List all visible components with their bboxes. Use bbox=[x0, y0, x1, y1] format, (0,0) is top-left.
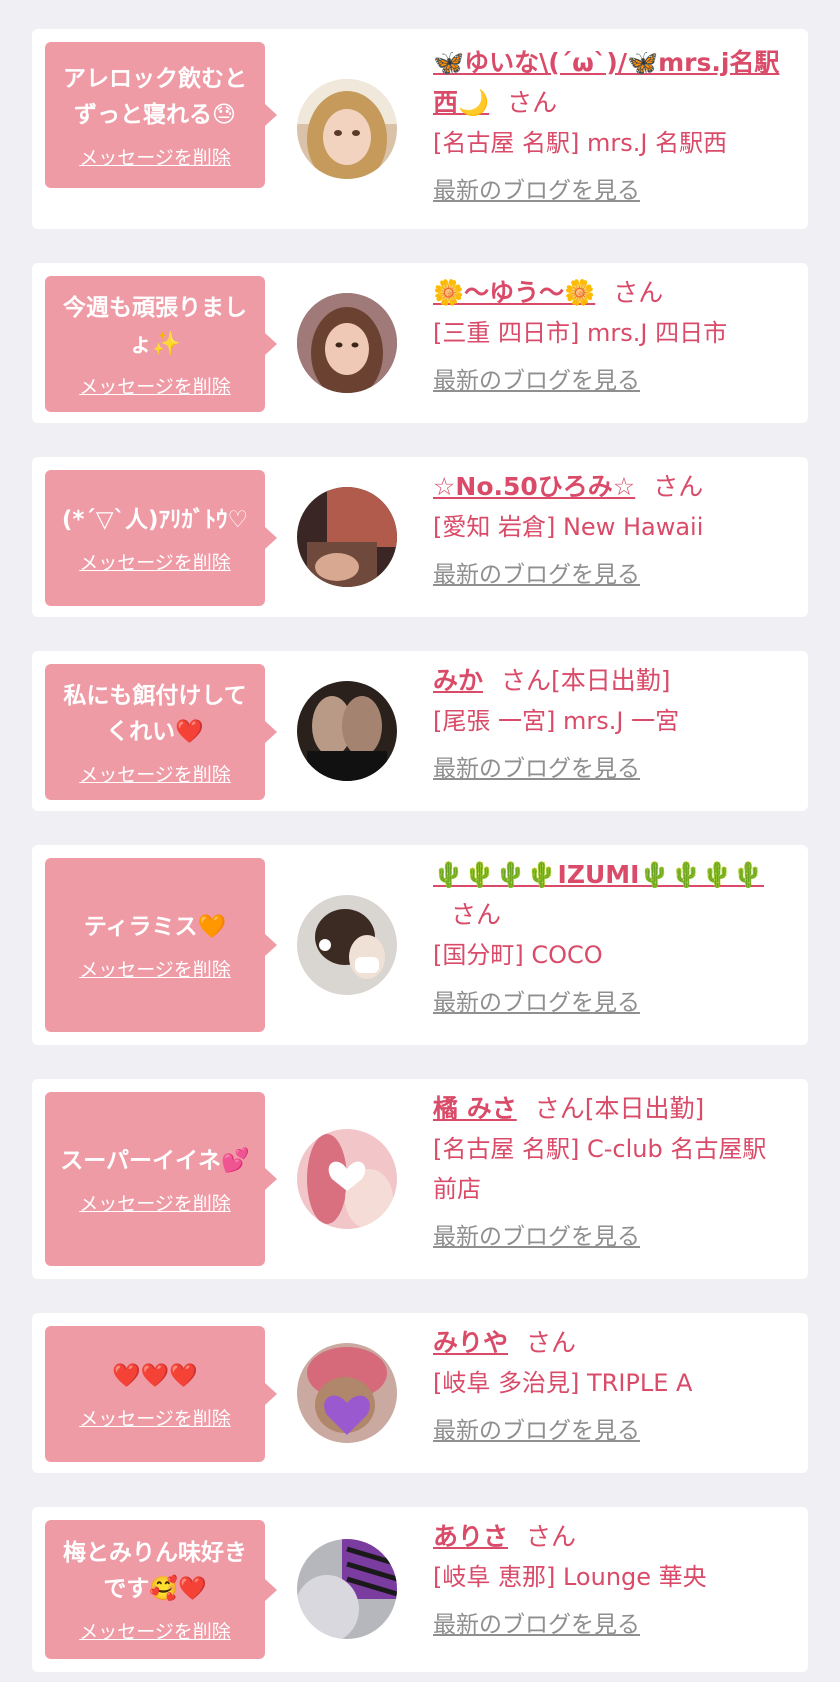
name-suffix: さん bbox=[526, 1522, 577, 1551]
message-bubble: 私にも餌付けしてくれい❤️ メッセージを削除 bbox=[45, 664, 277, 800]
name-row: 橘 みさ さん[本日出勤] bbox=[433, 1089, 786, 1129]
profile-name-link[interactable]: みりや bbox=[433, 1328, 508, 1357]
name-suffix: さん[本日出勤] bbox=[534, 1094, 705, 1123]
name-row: ☆No.50ひろみ☆ さん bbox=[433, 467, 786, 507]
name-row: 🦋ゆいな\(´ω`)/🦋mrs.j名駅西🌙 さん bbox=[433, 43, 786, 123]
shop-location: [愛知 岩倉] New Hawaii bbox=[433, 513, 704, 541]
name-suffix: さん bbox=[526, 1328, 577, 1357]
message-text: アレロック飲むとずっと寝れる😓 bbox=[63, 65, 247, 128]
message-text: (*´▽`人)ｱﾘｶﾞﾄｳ♡ bbox=[61, 506, 249, 533]
message-text: ❤️❤️❤️ bbox=[112, 1358, 198, 1394]
profile-info: ☆No.50ひろみ☆ さん [愛知 岩倉] New Hawaii 最新のブログを見… bbox=[433, 467, 786, 597]
message-bubble: スーパーイイネ💕 メッセージを削除 bbox=[45, 1092, 277, 1266]
latest-blog-link[interactable]: 最新のブログを見る bbox=[433, 983, 640, 1023]
delete-message-link[interactable]: メッセージを削除 bbox=[79, 143, 231, 170]
message-text: 梅とみりん味好きです🥰❤️ bbox=[63, 1540, 247, 1602]
latest-blog-link[interactable]: 最新のブログを見る bbox=[433, 749, 640, 789]
profile-info: 🦋ゆいな\(´ω`)/🦋mrs.j名駅西🌙 さん [名古屋 名駅] mrs.J 名… bbox=[433, 43, 786, 213]
message-bubble: ❤️❤️❤️ メッセージを削除 bbox=[45, 1326, 277, 1462]
message-bubble: 今週も頑張りましょ✨ メッセージを削除 bbox=[45, 276, 277, 412]
message-bubble: (*´▽`人)ｱﾘｶﾞﾄｳ♡ メッセージを削除 bbox=[45, 470, 277, 606]
shop-location: [名古屋 名駅] C-club 名古屋駅前店 bbox=[433, 1135, 767, 1203]
name-row: 🌵🌵🌵🌵IZUMI🌵🌵🌵🌵 さん bbox=[433, 855, 786, 935]
latest-blog-link[interactable]: 最新のブログを見る bbox=[433, 1605, 640, 1645]
message-bubble: 梅とみりん味好きです🥰❤️ メッセージを削除 bbox=[45, 1520, 277, 1659]
delete-message-link[interactable]: メッセージを削除 bbox=[79, 372, 231, 399]
message-emoji: ✨ bbox=[152, 330, 181, 357]
avatar[interactable] bbox=[297, 1343, 397, 1443]
profile-name-link[interactable]: ☆No.50ひろみ☆ bbox=[433, 472, 635, 501]
message-text: 私にも餌付けしてくれい❤️ bbox=[63, 682, 247, 745]
shop-location: [国分町] COCO bbox=[433, 941, 603, 969]
message-emoji: 🥰❤️ bbox=[149, 1576, 207, 1602]
message-text: スーパーイイネ💕 bbox=[60, 1147, 250, 1174]
profile-info: ありさ さん [岐阜 恵那] Lounge 華央 最新のブログを見る bbox=[433, 1517, 786, 1647]
delete-message-link[interactable]: メッセージを削除 bbox=[79, 548, 231, 575]
delete-message-link[interactable]: メッセージを削除 bbox=[79, 1617, 231, 1644]
shop-location: [名古屋 名駅] mrs.J 名駅西 bbox=[433, 129, 728, 157]
avatar[interactable] bbox=[297, 293, 397, 393]
delete-message-link[interactable]: メッセージを削除 bbox=[79, 1189, 231, 1216]
name-suffix: さん bbox=[613, 278, 664, 307]
profile-info: みか さん[本日出勤] [尾張 一宮] mrs.J 一宮 最新のブログを見る bbox=[433, 661, 786, 791]
profile-name-link[interactable]: 🌼〜ゆう〜🌼 bbox=[433, 278, 595, 307]
profile-name-link[interactable]: 🦋ゆいな\(´ω`)/🦋mrs.j名駅西🌙 bbox=[433, 48, 779, 117]
name-suffix: さん bbox=[507, 88, 558, 117]
message-emoji: 💕 bbox=[221, 1147, 250, 1174]
message-text: ティラミス🧡 bbox=[83, 913, 227, 940]
message-card: ティラミス🧡 メッセージを削除 🌵🌵🌵🌵IZUMI🌵🌵🌵🌵 さん [国分町] CO… bbox=[32, 845, 808, 1045]
message-card: (*´▽`人)ｱﾘｶﾞﾄｳ♡ メッセージを削除 ☆No.50ひろみ☆ さん [愛知… bbox=[32, 457, 808, 617]
avatar[interactable] bbox=[297, 1539, 397, 1639]
avatar[interactable] bbox=[297, 79, 397, 179]
message-bubble: アレロック飲むとずっと寝れる😓 メッセージを削除 bbox=[45, 42, 277, 188]
name-row: 🌼〜ゆう〜🌼 さん bbox=[433, 273, 786, 313]
profile-info: 🌼〜ゆう〜🌼 さん [三重 四日市] mrs.J 四日市 最新のブログを見る bbox=[433, 273, 786, 403]
profile-info: 🌵🌵🌵🌵IZUMI🌵🌵🌵🌵 さん [国分町] COCO 最新のブログを見る bbox=[433, 855, 786, 1025]
avatar[interactable] bbox=[297, 487, 397, 587]
message-emoji: ❤️ bbox=[175, 718, 204, 745]
profile-name-link[interactable]: みか bbox=[433, 666, 483, 695]
latest-blog-link[interactable]: 最新のブログを見る bbox=[433, 361, 640, 401]
message-card: アレロック飲むとずっと寝れる😓 メッセージを削除 🦋ゆいな\(´ω`)/🦋mrs… bbox=[32, 29, 808, 229]
latest-blog-link[interactable]: 最新のブログを見る bbox=[433, 555, 640, 595]
message-text: 今週も頑張りましょ✨ bbox=[63, 294, 247, 357]
profile-name-link[interactable]: 橘 みさ bbox=[433, 1094, 517, 1123]
message-bubble: ティラミス🧡 メッセージを削除 bbox=[45, 858, 277, 1032]
shop-location: [岐阜 多治見] TRIPLE A bbox=[433, 1369, 693, 1397]
latest-blog-link[interactable]: 最新のブログを見る bbox=[433, 1217, 640, 1257]
shop-location: [三重 四日市] mrs.J 四日市 bbox=[433, 319, 728, 347]
message-emoji: ❤️❤️❤️ bbox=[112, 1362, 198, 1389]
avatar[interactable] bbox=[297, 1129, 397, 1229]
name-row: みか さん[本日出勤] bbox=[433, 661, 786, 701]
name-row: みりや さん bbox=[433, 1323, 786, 1363]
message-card: 梅とみりん味好きです🥰❤️ メッセージを削除 ありさ さん [岐阜 恵那] Lou… bbox=[32, 1507, 808, 1672]
delete-message-link[interactable]: メッセージを削除 bbox=[79, 1404, 231, 1431]
message-card: ❤️❤️❤️ メッセージを削除 みりや さん [岐阜 多治見] TRIPLE A … bbox=[32, 1313, 808, 1473]
message-list: アレロック飲むとずっと寝れる😓 メッセージを削除 🦋ゆいな\(´ω`)/🦋mrs… bbox=[0, 0, 840, 1682]
message-card: スーパーイイネ💕 メッセージを削除 橘 みさ さん[本日出勤] [名古屋 名駅] … bbox=[32, 1079, 808, 1279]
profile-name-link[interactable]: 🌵🌵🌵🌵IZUMI🌵🌵🌵🌵 bbox=[433, 860, 764, 889]
profile-name-link[interactable]: ありさ bbox=[433, 1522, 508, 1551]
profile-info: 橘 みさ さん[本日出勤] [名古屋 名駅] C-club 名古屋駅前店 最新のブ… bbox=[433, 1089, 786, 1259]
latest-blog-link[interactable]: 最新のブログを見る bbox=[433, 171, 640, 211]
message-emoji: 🧡 bbox=[197, 913, 227, 940]
avatar[interactable] bbox=[297, 895, 397, 995]
latest-blog-link[interactable]: 最新のブログを見る bbox=[433, 1411, 640, 1451]
message-emoji: 😓 bbox=[212, 101, 236, 128]
shop-location: [尾張 一宮] mrs.J 一宮 bbox=[433, 707, 680, 735]
name-row: ありさ さん bbox=[433, 1517, 786, 1557]
delete-message-link[interactable]: メッセージを削除 bbox=[79, 760, 231, 787]
name-suffix: さん[本日出勤] bbox=[501, 666, 671, 695]
name-suffix: さん bbox=[451, 900, 502, 929]
message-card: 今週も頑張りましょ✨ メッセージを削除 🌼〜ゆう〜🌼 さん [三重 四日市] mr… bbox=[32, 263, 808, 423]
avatar[interactable] bbox=[297, 681, 397, 781]
delete-message-link[interactable]: メッセージを削除 bbox=[79, 955, 231, 982]
name-suffix: さん bbox=[653, 472, 704, 501]
profile-info: みりや さん [岐阜 多治見] TRIPLE A 最新のブログを見る bbox=[433, 1323, 786, 1453]
message-card: 私にも餌付けしてくれい❤️ メッセージを削除 みか さん[本日出勤] [尾張 一宮… bbox=[32, 651, 808, 811]
shop-location: [岐阜 恵那] Lounge 華央 bbox=[433, 1563, 707, 1591]
